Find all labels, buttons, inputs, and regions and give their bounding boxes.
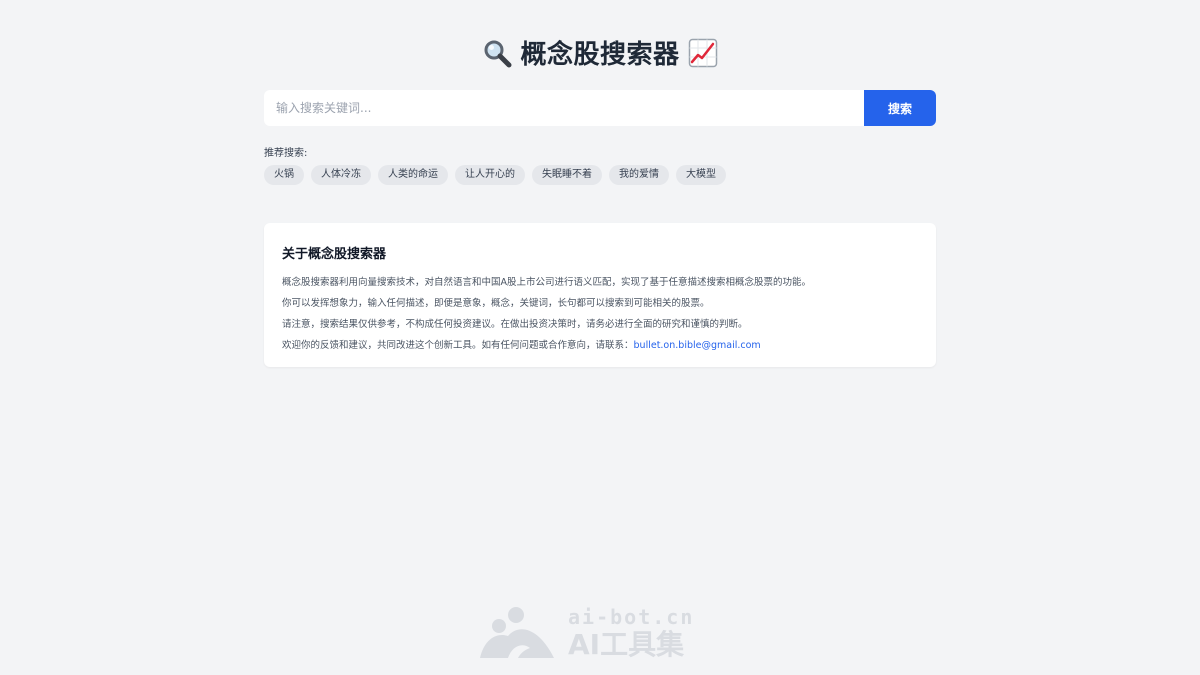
watermark-domain: ai-bot.cn bbox=[568, 605, 695, 629]
about-line: 概念股搜索器利用向量搜索技术，对自然语言和中国A股上市公司进行语义匹配，实现了基… bbox=[282, 277, 812, 288]
suggestion-chip[interactable]: 火锅 bbox=[264, 165, 304, 185]
search-button[interactable]: 搜索 bbox=[864, 90, 936, 126]
contact-email-link[interactable]: bullet.on.bible@gmail.com bbox=[634, 340, 761, 351]
suggestion-chip[interactable]: 大模型 bbox=[676, 165, 726, 185]
magnifier-icon bbox=[482, 38, 512, 68]
about-title: 关于概念股搜索器 bbox=[282, 247, 387, 262]
suggestion-chips: 火锅 人体冷冻 人类的命运 让人开心的 失眠睡不着 我的爱情 大模型 bbox=[264, 165, 726, 185]
suggestion-chip[interactable]: 失眠睡不着 bbox=[532, 165, 602, 185]
search-bar: 搜索 bbox=[264, 90, 936, 126]
suggestion-chip[interactable]: 人类的命运 bbox=[378, 165, 448, 185]
watermark: ai-bot.cn AI工具集 bbox=[478, 606, 694, 660]
about-card: 关于概念股搜索器 概念股搜索器利用向量搜索技术，对自然语言和中国A股上市公司进行… bbox=[264, 223, 936, 367]
about-line: 你可以发挥想象力，输入任何描述，即便是意象，概念，关键词，长句都可以搜索到可能相… bbox=[282, 298, 710, 309]
search-input[interactable] bbox=[264, 90, 864, 126]
suggestion-chip[interactable]: 人体冷冻 bbox=[311, 165, 371, 185]
suggestion-chip[interactable]: 让人开心的 bbox=[455, 165, 525, 185]
chart-increasing-icon bbox=[688, 38, 718, 68]
watermark-name: AI工具集 bbox=[568, 628, 685, 661]
about-line-text: 欢迎你的反馈和建议，共同改进这个创新工具。如有任何问题或合作意向，请联系： bbox=[282, 340, 634, 351]
watermark-logo-icon bbox=[478, 606, 556, 660]
page-header: 概念股搜索器 bbox=[0, 34, 1200, 71]
about-line: 请注意，搜索结果仅供参考，不构成任何投资建议。在做出投资决策时，请务必进行全面的… bbox=[282, 319, 748, 330]
about-contact-line: 欢迎你的反馈和建议，共同改进这个创新工具。如有任何问题或合作意向，请联系：bul… bbox=[282, 335, 918, 356]
suggestion-chip[interactable]: 我的爱情 bbox=[609, 165, 669, 185]
suggestions-label: 推荐搜索: bbox=[264, 148, 308, 159]
page-title: 概念股搜索器 bbox=[520, 40, 680, 70]
